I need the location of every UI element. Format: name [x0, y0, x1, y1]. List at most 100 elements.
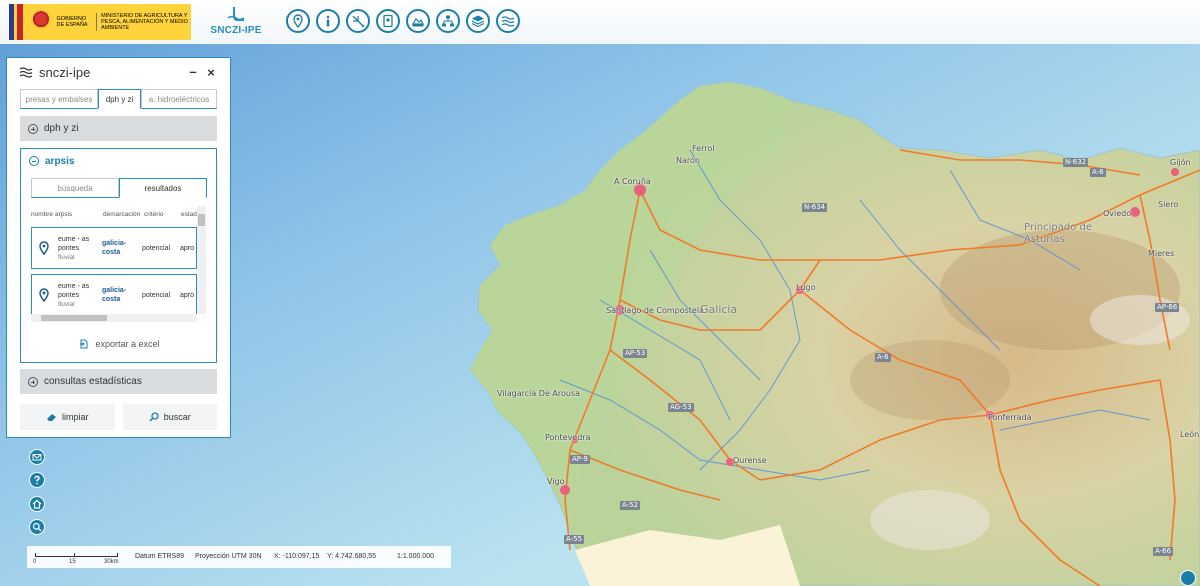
snow-peaks [870, 490, 990, 550]
place-label: Santiago de Compostela [606, 306, 704, 315]
place-label: Siero [1158, 200, 1179, 209]
eraser-icon [46, 414, 56, 421]
location-button[interactable] [286, 9, 310, 33]
mountain-relief [850, 340, 1010, 420]
cell-demarcacion: galicia-costa [102, 287, 127, 303]
scale-label: 15 [69, 559, 76, 565]
arpsis-subtabs: búsqueda resultados [31, 178, 207, 198]
floods-button[interactable] [496, 9, 520, 33]
road-label: AP-66 [1155, 303, 1180, 312]
place-label: Pontevedra [545, 433, 591, 442]
app-logo[interactable]: SNCZI-IPE [210, 6, 262, 38]
y-coordinate-readout: Y: 4.742.680,55 [327, 553, 377, 560]
column-header[interactable]: demarcación [103, 211, 144, 218]
column-header[interactable]: criterio [144, 211, 181, 218]
road-label: AG-53 [668, 403, 694, 412]
waves-icon [19, 67, 33, 78]
email-icon [32, 454, 42, 461]
scrollbar-thumb[interactable] [198, 214, 205, 226]
tab-dph-y-zi[interactable]: dph y zi [98, 89, 141, 109]
app-header: GOBIERNO DE ESPAÑA MINISTERIO DE AGRICUL… [0, 0, 1200, 44]
cell-nombre: eume - as pontes fluvial [58, 282, 102, 309]
cell-criterio: potencial [142, 291, 171, 299]
place-label: Lugo [796, 283, 816, 292]
export-excel-button[interactable]: exportar a excel [21, 339, 218, 349]
globe-icon[interactable] [1180, 570, 1196, 586]
arpsis-name: eume - as pontes [58, 282, 90, 299]
road-label: A-8 [1090, 168, 1106, 177]
layers-icon [471, 15, 485, 28]
section-label: arpsis [45, 155, 75, 167]
info-icon [326, 15, 330, 27]
collapse-icon [29, 156, 39, 166]
x-coordinate-readout: X: -110.097,15 [274, 553, 320, 560]
measure-button[interactable] [346, 9, 370, 33]
scale-label: 30km [104, 559, 119, 565]
zoom-icon [32, 522, 42, 532]
print-map-button[interactable] [406, 9, 430, 33]
bookmark-button[interactable] [376, 9, 400, 33]
expand-icon [28, 123, 38, 134]
panel-tabs: presas y embalses dph y zi a. hidroeléct… [20, 89, 217, 109]
place-label: Narón [676, 156, 700, 165]
network-button[interactable] [436, 9, 460, 33]
home-button[interactable] [29, 496, 45, 512]
section-arpsis: arpsis búsqueda resultados nombre arpsis… [20, 148, 217, 363]
results-table: nombre arpsis demarcación criterio estad… [31, 204, 207, 322]
search-icon [149, 412, 159, 422]
arpsis-name: eume - as pontes [58, 235, 90, 252]
table-row[interactable]: eume - as pontes fluvial galicia-costa p… [31, 227, 197, 269]
place-label: Vigo [547, 477, 565, 486]
section-label: consultas estadísticas [44, 376, 142, 387]
table-row[interactable]: eume - as pontes fluvial galicia-costa p… [31, 274, 197, 316]
column-header[interactable]: nombre arpsis [31, 211, 103, 218]
bookmark-pin-icon [383, 14, 393, 28]
clear-button[interactable]: limpiar [20, 404, 115, 430]
cell-estado: aprobado [180, 291, 194, 299]
toolbar [286, 9, 520, 33]
status-bar: 0 15 30km Datum ETRS89 Proyección UTM 30… [27, 546, 451, 568]
waves-icon [501, 16, 515, 27]
clear-label: limpiar [61, 412, 89, 422]
subtab-resultados[interactable]: resultados [119, 178, 207, 198]
horizontal-scrollbar[interactable] [31, 314, 197, 322]
datum-readout: Datum ETRS89 [135, 553, 185, 560]
network-icon [442, 15, 454, 27]
cell-nombre: eume - as pontes fluvial [58, 235, 102, 262]
location-pin-icon[interactable] [38, 288, 50, 302]
section-dph-y-zi[interactable]: dph y zi [20, 116, 217, 141]
location-pin-icon[interactable] [38, 241, 50, 255]
scrollbar-thumb[interactable] [41, 315, 107, 321]
government-logo[interactable]: GOBIERNO DE ESPAÑA MINISTERIO DE AGRICUL… [9, 4, 191, 40]
zoom-button[interactable] [29, 519, 45, 535]
help-button[interactable] [29, 472, 45, 488]
projection-readout: Proyección UTM 30N [195, 553, 262, 560]
tab-aprovechamientos-hidroelectricos[interactable]: a. hidroeléctricos [141, 89, 217, 109]
place-label: Vilagarcía De Arousa [497, 389, 581, 398]
scale-label: 0 [33, 559, 37, 565]
layers-button[interactable] [466, 9, 490, 33]
road-label: AP-9 [570, 455, 590, 464]
tab-presas-y-embalses[interactable]: presas y embalses [20, 89, 98, 109]
arpsis-type: fluvial [58, 300, 75, 308]
gov-logo-text: GOBIERNO DE ESPAÑA [56, 16, 88, 28]
section-arpsis-header[interactable]: arpsis [21, 149, 216, 173]
close-button[interactable]: × [204, 66, 218, 80]
subtab-busqueda[interactable]: búsqueda [31, 178, 119, 198]
section-consultas-estadisticas[interactable]: consultas estadísticas [20, 369, 217, 394]
road-label: N-634 [802, 203, 828, 212]
info-button[interactable] [316, 9, 340, 33]
email-button[interactable] [29, 449, 45, 465]
panel-actions: limpiar buscar [20, 404, 217, 430]
drop-icon [227, 7, 245, 21]
export-icon [80, 339, 88, 349]
place-label: Ourense [733, 456, 767, 465]
vertical-scrollbar[interactable] [197, 206, 206, 314]
place-label: Mieres [1148, 249, 1175, 258]
export-label: exportar a excel [95, 339, 160, 349]
minimize-button[interactable]: – [186, 65, 200, 80]
cell-demarcacion: galicia-costa [102, 240, 127, 256]
search-button[interactable]: buscar [122, 404, 217, 430]
cell-estado: aprobado [180, 244, 194, 252]
road-label: N-632 [1063, 158, 1089, 167]
